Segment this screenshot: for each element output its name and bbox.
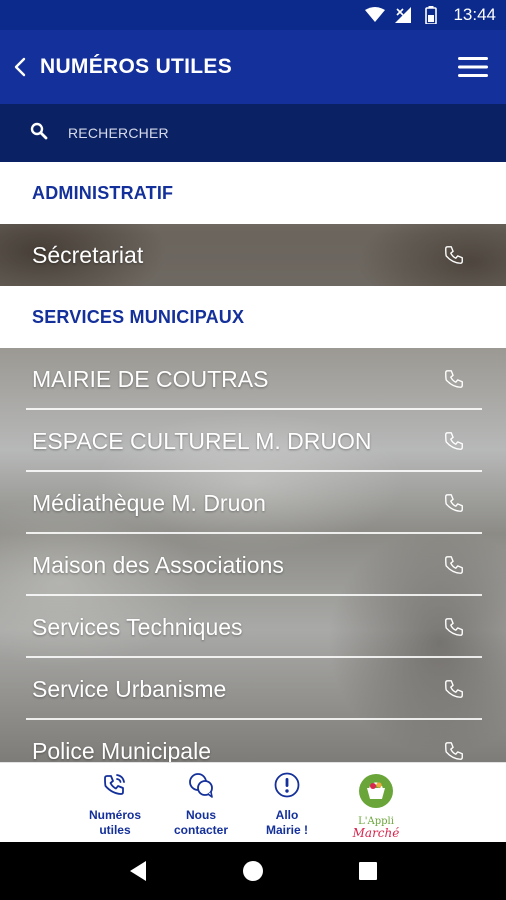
nav-numeros-utiles[interactable]: Numéros utiles <box>72 763 158 843</box>
battery-icon <box>421 6 441 24</box>
phone-icon[interactable] <box>442 491 466 515</box>
list-item-label: ESPACE CULTUREL M. DRUON <box>32 427 372 454</box>
list-item[interactable]: Médiathèque M. Druon <box>0 472 506 534</box>
list-item-label: Maison des Associations <box>32 551 284 578</box>
list-item[interactable]: Sécretariat <box>0 224 506 286</box>
list-item-label: MAIRIE DE COUTRAS <box>32 365 269 392</box>
phone-icon[interactable] <box>442 739 466 762</box>
chevron-left-icon[interactable] <box>14 52 34 82</box>
phone-icon[interactable] <box>442 243 466 267</box>
system-nav-bar <box>0 842 506 900</box>
nav-label: Nous contacter <box>173 808 229 837</box>
nav-label: Numéros utiles <box>88 808 141 837</box>
list-item[interactable]: ESPACE CULTUREL M. DRUON <box>0 410 506 472</box>
list-item-label: Sécretariat <box>32 241 144 268</box>
status-time: 13:44 <box>453 5 496 24</box>
list-item[interactable]: MAIRIE DE COUTRAS <box>0 348 506 410</box>
list-item[interactable]: Maison des Associations <box>0 534 506 596</box>
nav-allo-mairie[interactable]: Allo Mairie ! <box>244 763 330 843</box>
back-triangle-icon[interactable] <box>123 856 153 886</box>
recents-square-icon[interactable] <box>353 856 383 886</box>
list-item-label: Médiathèque M. Druon <box>32 489 266 516</box>
list-item-label: Services Techniques <box>32 613 243 640</box>
status-bar: 13:44 <box>0 0 506 30</box>
list-item[interactable]: Police Municipale <box>0 720 506 762</box>
bottom-nav: Numéros utiles Nous contacter Allo Mairi… <box>0 762 506 842</box>
logo-text-line2: Marché <box>352 826 400 840</box>
numbers-list: ADMINISTRATIF Sécretariat SERVICES MUNIC… <box>0 162 506 762</box>
section-header-services-municipaux: SERVICES MUNICIPAUX <box>0 286 506 348</box>
wifi-icon <box>365 6 386 24</box>
phone-icon[interactable] <box>442 677 466 701</box>
phone-ring-icon <box>101 771 129 804</box>
search-bar[interactable]: RECHERCHER <box>0 104 506 162</box>
search-input[interactable]: RECHERCHER <box>68 125 169 141</box>
list-item-label: Service Urbanisme <box>32 675 227 702</box>
section-header-administratif: ADMINISTRATIF <box>0 162 506 224</box>
nav-label: Allo Mairie ! <box>265 808 308 837</box>
page-title: NUMÉROS UTILES <box>40 55 233 78</box>
hamburger-menu-icon[interactable] <box>456 52 490 82</box>
app-bar: NUMÉROS UTILES <box>0 30 506 104</box>
exclamation-circle-icon <box>273 771 301 804</box>
basket-logo-icon <box>358 773 394 814</box>
phone-icon[interactable] <box>442 367 466 391</box>
list-item[interactable]: Service Urbanisme <box>0 658 506 720</box>
list-item-label: Police Municipale <box>32 737 211 763</box>
phone-icon[interactable] <box>442 553 466 577</box>
signal-icon <box>393 6 413 24</box>
nav-nous-contacter[interactable]: Nous contacter <box>158 763 244 843</box>
search-icon <box>30 122 48 145</box>
home-circle-icon[interactable] <box>238 856 268 886</box>
phone-icon[interactable] <box>442 429 466 453</box>
chat-bubbles-icon <box>187 771 215 804</box>
list-item[interactable]: Services Techniques <box>0 596 506 658</box>
phone-icon[interactable] <box>442 615 466 639</box>
appli-marche-logo[interactable]: L'Appli Marché <box>336 763 416 843</box>
